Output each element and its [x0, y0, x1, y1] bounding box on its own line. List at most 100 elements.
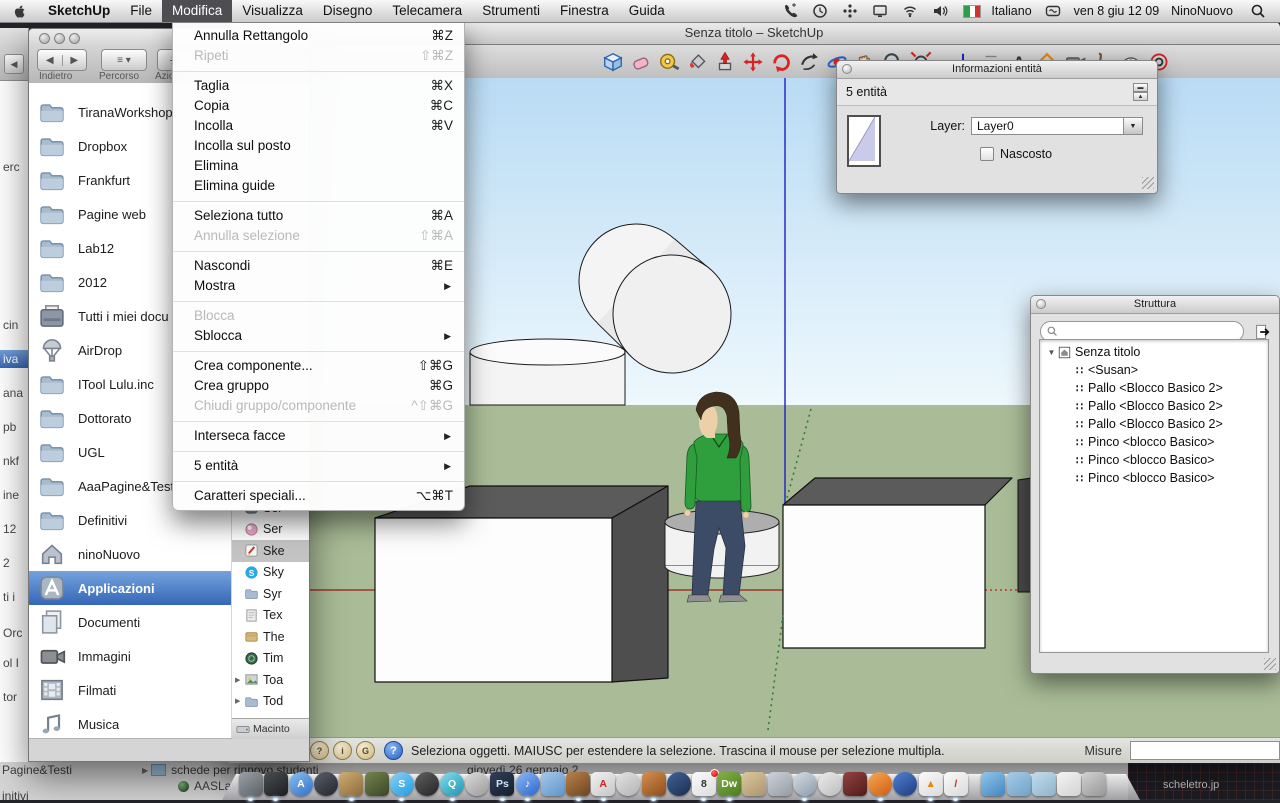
dock-icon-vlc[interactable]: ▲ [919, 772, 943, 796]
menubar-item-guida[interactable]: Guida [619, 0, 675, 22]
close-icon[interactable] [1036, 299, 1046, 309]
file-list-item-toa[interactable]: ▶Toa [232, 669, 310, 691]
dock-icon-dreamweaver[interactable]: Dw [717, 772, 741, 796]
menu-item-nascondi[interactable]: Nascondi⌘E [173, 256, 464, 276]
menubar-item-file[interactable]: File [120, 0, 162, 22]
sidebar-item-ninonuovo[interactable]: ninoNuovo [29, 537, 231, 571]
menu-item-incolla-sul-posto[interactable]: Incolla sul posto [173, 136, 464, 156]
menu-item-incolla[interactable]: Incolla⌘V [173, 116, 464, 136]
signin-icon[interactable]: G [356, 741, 375, 760]
sidebar-item-documenti[interactable]: Documenti [29, 605, 231, 639]
dock-icon-swirl-app[interactable] [893, 772, 917, 796]
collapse-widget[interactable]: ▬ ▲ [1133, 83, 1148, 101]
dock-icon-compass-app[interactable] [314, 772, 338, 796]
dock-icon-notes-app[interactable] [742, 772, 766, 796]
geolocation-icon[interactable]: ? [310, 741, 329, 760]
menubar-item-strumenti[interactable]: Strumenti [472, 0, 550, 22]
menu-item-sblocca[interactable]: Sblocca▶ [173, 326, 464, 346]
dock-icon-iphoto[interactable] [339, 772, 363, 796]
file-list-item-sky[interactable]: SSky [232, 562, 310, 584]
dock-icon-skype[interactable]: S [390, 772, 414, 796]
menu-item-blocca[interactable]: Blocca [173, 306, 464, 326]
file-list-item-tex[interactable]: Tex [232, 605, 310, 627]
model-cylinder-ground[interactable] [470, 339, 625, 405]
expander-icon[interactable]: ▼ [1045, 348, 1058, 357]
dock-icon-photo-app[interactable] [768, 772, 792, 796]
apple-menu[interactable] [0, 4, 38, 19]
menu-item-seleziona-tutto[interactable]: Seleziona tutto⌘A [173, 206, 464, 226]
menu-item-mostra[interactable]: Mostra▶ [173, 276, 464, 296]
chevron-down-icon[interactable]: ▼ [1123, 118, 1142, 134]
dock-icon-folder-dock[interactable] [1007, 772, 1031, 796]
outliner-row[interactable]: ∷Pinco <blocco Basico> [1040, 469, 1268, 487]
outliner-search-input[interactable] [1062, 324, 1237, 340]
menu-item-annulla-selezione[interactable]: Annulla selezione⇧⌘A [173, 226, 464, 246]
outliner-titlebar[interactable]: Struttura [1031, 296, 1279, 314]
sidebar-item-immagini[interactable]: Immagini [29, 639, 231, 673]
menu-item-crea-gruppo[interactable]: Crea gruppo⌘G [173, 376, 464, 396]
menu-item-copia[interactable]: Copia⌘C [173, 96, 464, 116]
dock-icon-globe-app[interactable] [667, 772, 691, 796]
dock-icon-game-app[interactable] [365, 772, 389, 796]
dock-icon-maroon-app[interactable] [843, 772, 867, 796]
back-forward-buttons[interactable]: ◀ ▶ [37, 49, 87, 71]
fast-user-switch[interactable]: NinoNuovo [1171, 4, 1233, 18]
tool-eraser[interactable] [628, 49, 654, 75]
outliner-row[interactable]: ∷Pallo <Blocco Basico 2> [1040, 379, 1268, 397]
dock-icon-system-display[interactable] [264, 772, 288, 796]
dock-icon-itunes[interactable]: ♪ [516, 772, 540, 796]
dock-icon-app-store[interactable]: A [289, 772, 313, 796]
outliner-row[interactable]: ∷Pallo <Blocco Basico 2> [1040, 415, 1268, 433]
dock-icon-trash[interactable] [1082, 772, 1106, 796]
forward-icon[interactable]: ▶ [63, 55, 87, 66]
outliner-row[interactable]: ▼Senza titolo [1040, 343, 1268, 361]
shade-icon[interactable]: ▬ [1133, 83, 1148, 92]
wifi-icon[interactable] [902, 3, 918, 19]
back-icon[interactable]: ◀ [38, 55, 63, 66]
back-button-partial[interactable]: ◀ [4, 54, 24, 74]
spotlight-icon[interactable] [1250, 3, 1266, 19]
dock-icon-screen-app[interactable] [616, 772, 640, 796]
menu-item-5-entit[interactable]: 5 entità▶ [173, 456, 464, 476]
dock-icon-garageband[interactable] [566, 772, 590, 796]
dock-icon-firefox[interactable] [868, 772, 892, 796]
expand-icon[interactable]: ▲ [1133, 92, 1148, 101]
dock-icon-aperture[interactable] [642, 772, 666, 796]
help-icon[interactable]: ? [384, 741, 403, 760]
tool-paint-bucket[interactable] [684, 49, 710, 75]
dock-icon-stacks-papers[interactable] [1057, 772, 1081, 796]
file-list-item-syr[interactable]: Syr [232, 583, 310, 605]
call-icon[interactable] [782, 3, 798, 19]
dock-icon-mail-app[interactable] [541, 772, 565, 796]
hidden-checkbox[interactable] [980, 147, 994, 161]
tool-follow-me[interactable] [796, 49, 822, 75]
menu-item-elimina-guide[interactable]: Elimina guide [173, 176, 464, 196]
path-menu-button[interactable]: ≡ ▾ [101, 49, 147, 71]
menubar-item-finestra[interactable]: Finestra [550, 0, 619, 22]
outliner-row[interactable]: ∷Pinco <blocco Basico> [1040, 451, 1268, 469]
dock-icon-adobe-reader[interactable]: A [591, 772, 615, 796]
entity-info-titlebar[interactable]: Informazioni entità [837, 61, 1157, 79]
credits-icon[interactable]: i [333, 741, 352, 760]
close-icon[interactable] [842, 64, 852, 74]
dock-icon-photoshop[interactable]: Ps [490, 772, 514, 796]
disclosure-triangle-icon[interactable]: ▶ [235, 676, 244, 684]
file-list-item-tim[interactable]: Tim [232, 648, 310, 670]
tool-move[interactable] [740, 49, 766, 75]
model-box-right[interactable] [783, 478, 1012, 648]
dock-icon-quicktime[interactable]: Q [440, 772, 464, 796]
menubar-item-disegno[interactable]: Disegno [313, 0, 383, 22]
input-language[interactable]: Italiano [991, 4, 1031, 18]
menu-item-caratteri-speciali[interactable]: Caratteri speciali...⌥⌘T [173, 486, 464, 506]
menu-item-chiudi-gruppo-componente[interactable]: Chiudi gruppo/componente^⇧⌘G [173, 396, 464, 416]
tool-component[interactable] [600, 49, 626, 75]
tool-rotate[interactable] [768, 49, 794, 75]
menu-item-elimina[interactable]: Elimina [173, 156, 464, 176]
close-window-icon[interactable] [39, 33, 50, 44]
dock-icon-ical[interactable]: 8 [692, 772, 716, 796]
menubar-item-sketchup[interactable]: SketchUp [38, 0, 120, 22]
dock-icon-finder-window[interactable] [981, 772, 1005, 796]
menubar-item-modifica[interactable]: Modifica [162, 0, 232, 22]
resize-grip[interactable] [1264, 658, 1276, 670]
dock-icon-sketchup-dock[interactable]: / [944, 772, 968, 796]
